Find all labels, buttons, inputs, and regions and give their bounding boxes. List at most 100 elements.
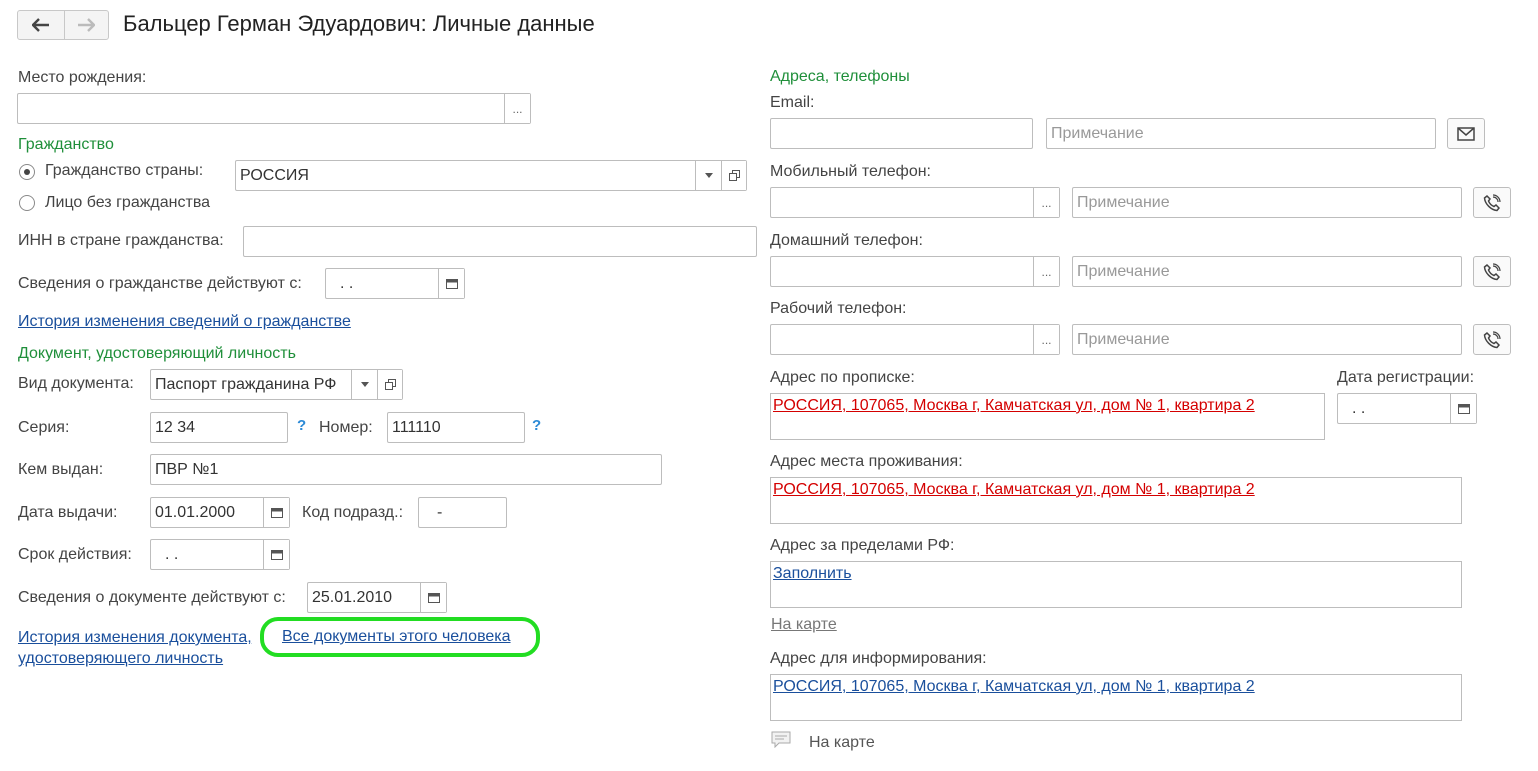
number-input[interactable]: 111110 <box>387 412 525 443</box>
phone-icon <box>1483 262 1501 280</box>
citizenship-history-link[interactable]: История изменения сведений о гражданстве <box>18 312 351 332</box>
call-mobile-button[interactable] <box>1473 187 1511 218</box>
arrow-right-icon <box>78 18 95 32</box>
mobile-note-placeholder: Примечание <box>1077 193 1170 211</box>
call-work-button[interactable] <box>1473 324 1511 355</box>
series-value: 12 34 <box>155 418 196 436</box>
reg-date-label: Дата регистрации: <box>1337 369 1475 386</box>
live-address-field[interactable]: РОССИЯ, 107065, Москва г, Камчатская ул,… <box>770 477 1462 524</box>
mobile-label: Мобильный телефон: <box>770 163 931 180</box>
email-label: Email: <box>770 94 815 111</box>
doc-since-label: Сведения о документе действуют с: <box>18 589 286 606</box>
doc-history-link-line1: История изменения документа, <box>18 629 252 646</box>
email-note-input[interactable]: Примечание <box>1046 118 1436 149</box>
mobile-input[interactable]: ... <box>770 187 1060 218</box>
envelope-icon <box>1457 126 1475 141</box>
work-phone-select-button[interactable]: ... <box>1033 325 1059 354</box>
birthplace-label: Место рождения: <box>18 69 147 86</box>
doc-since-input[interactable]: 25.01.2010 <box>307 582 447 613</box>
radio-country-label: Гражданство страны: <box>45 162 204 179</box>
map-link[interactable]: На карте <box>771 615 837 635</box>
home-phone-select-button[interactable]: ... <box>1033 257 1059 286</box>
inn-input[interactable] <box>243 226 757 257</box>
work-phone-note-input[interactable]: Примечание <box>1072 324 1462 355</box>
mobile-select-button[interactable]: ... <box>1033 188 1059 217</box>
live-address-link[interactable]: РОССИЯ, 107065, Москва г, Камчатская ул,… <box>773 480 1255 500</box>
home-phone-input[interactable]: ... <box>770 256 1060 287</box>
citizenship-group-title: Гражданство <box>18 136 114 153</box>
calendar-button[interactable] <box>1450 394 1476 423</box>
issue-date-value: 01.01.2000 <box>155 503 236 521</box>
number-value: 111110 <box>392 418 441 436</box>
home-phone-label: Домашний телефон: <box>770 232 923 249</box>
call-home-button[interactable] <box>1473 256 1511 287</box>
calendar-button[interactable] <box>263 498 289 527</box>
work-phone-input[interactable]: ... <box>770 324 1060 355</box>
calendar-icon <box>270 508 283 518</box>
info-address-field[interactable]: РОССИЯ, 107065, Москва г, Камчатская ул,… <box>770 674 1462 721</box>
radio-stateless[interactable] <box>19 195 35 211</box>
mobile-note-input[interactable]: Примечание <box>1072 187 1462 218</box>
calendar-icon <box>445 279 458 289</box>
work-phone-label: Рабочий телефон: <box>770 300 907 317</box>
abroad-address-fill-link[interactable]: Заполнить <box>773 564 852 584</box>
back-button[interactable] <box>18 11 65 39</box>
reg-address-label: Адрес по прописке: <box>770 369 915 386</box>
valid-until-input[interactable]: . . <box>150 539 290 570</box>
series-help-icon[interactable]: ? <box>297 417 306 434</box>
birthplace-select-button[interactable]: ... <box>504 94 530 123</box>
number-help-icon[interactable]: ? <box>532 417 541 434</box>
send-email-button[interactable] <box>1447 118 1485 149</box>
comment-icon[interactable] <box>771 731 791 748</box>
home-phone-note-input[interactable]: Примечание <box>1072 256 1462 287</box>
reg-date-input[interactable]: . . <box>1337 393 1477 424</box>
valid-until-label: Срок действия: <box>18 546 132 563</box>
country-dropdown-button[interactable] <box>695 161 721 190</box>
series-input[interactable]: 12 34 <box>150 412 288 443</box>
radio-stateless-label: Лицо без гражданства <box>45 194 211 211</box>
arrow-left-icon <box>32 18 49 32</box>
doc-history-link-line2: удостоверяющего личность <box>18 650 224 667</box>
doc-type-select[interactable]: Паспорт гражданина РФ <box>150 369 403 400</box>
map-link-2[interactable]: На карте <box>809 733 875 753</box>
calendar-button[interactable] <box>420 583 446 612</box>
citizenship-country-select[interactable]: РОССИЯ <box>235 160 747 191</box>
info-address-link[interactable]: РОССИЯ, 107065, Москва г, Камчатская ул,… <box>773 677 1255 697</box>
doc-type-open-button[interactable] <box>377 370 402 399</box>
radio-country-citizenship[interactable] <box>19 164 35 180</box>
open-window-icon <box>384 379 396 390</box>
nav-buttons <box>17 10 109 40</box>
info-address-label: Адрес для информирования: <box>770 650 987 667</box>
phone-icon <box>1483 330 1501 348</box>
issue-date-input[interactable]: 01.01.2000 <box>150 497 290 528</box>
dept-code-input[interactable]: - <box>418 497 507 528</box>
reg-date-value: . . <box>1352 399 1366 417</box>
abroad-address-label: Адрес за пределами РФ: <box>770 537 955 554</box>
chevron-down-icon <box>360 382 369 387</box>
forward-button[interactable] <box>64 11 108 39</box>
open-window-icon <box>728 170 740 181</box>
reg-address-link[interactable]: РОССИЯ, 107065, Москва г, Камчатская ул,… <box>773 396 1255 416</box>
doc-type-dropdown-button[interactable] <box>351 370 377 399</box>
calendar-button[interactable] <box>263 540 289 569</box>
calendar-button[interactable] <box>438 269 464 298</box>
doc-history-link[interactable]: История изменения документа, удостоверяю… <box>18 627 252 669</box>
calendar-icon <box>1457 404 1470 414</box>
all-documents-link[interactable]: Все документы этого человека <box>282 627 511 647</box>
live-address-label: Адрес места проживания: <box>770 453 963 470</box>
email-input[interactable] <box>770 118 1033 149</box>
birthplace-input[interactable]: ... <box>17 93 531 124</box>
page-title: Бальцер Герман Эдуардович: Личные данные <box>123 11 595 36</box>
issued-by-input[interactable]: ПВР №1 <box>150 454 662 485</box>
citizenship-country-value: РОССИЯ <box>240 166 309 184</box>
country-open-button[interactable] <box>721 161 746 190</box>
citizenship-since-date[interactable]: . . <box>325 268 465 299</box>
doc-type-label: Вид документа: <box>18 375 134 392</box>
citizenship-since-value: . . <box>340 274 354 292</box>
abroad-address-field[interactable]: Заполнить <box>770 561 1462 608</box>
issued-by-value: ПВР №1 <box>155 460 219 478</box>
issued-by-label: Кем выдан: <box>18 461 104 478</box>
contacts-group-title: Адреса, телефоны <box>770 68 910 85</box>
work-phone-note-placeholder: Примечание <box>1077 330 1170 348</box>
reg-address-field[interactable]: РОССИЯ, 107065, Москва г, Камчатская ул,… <box>770 393 1325 440</box>
